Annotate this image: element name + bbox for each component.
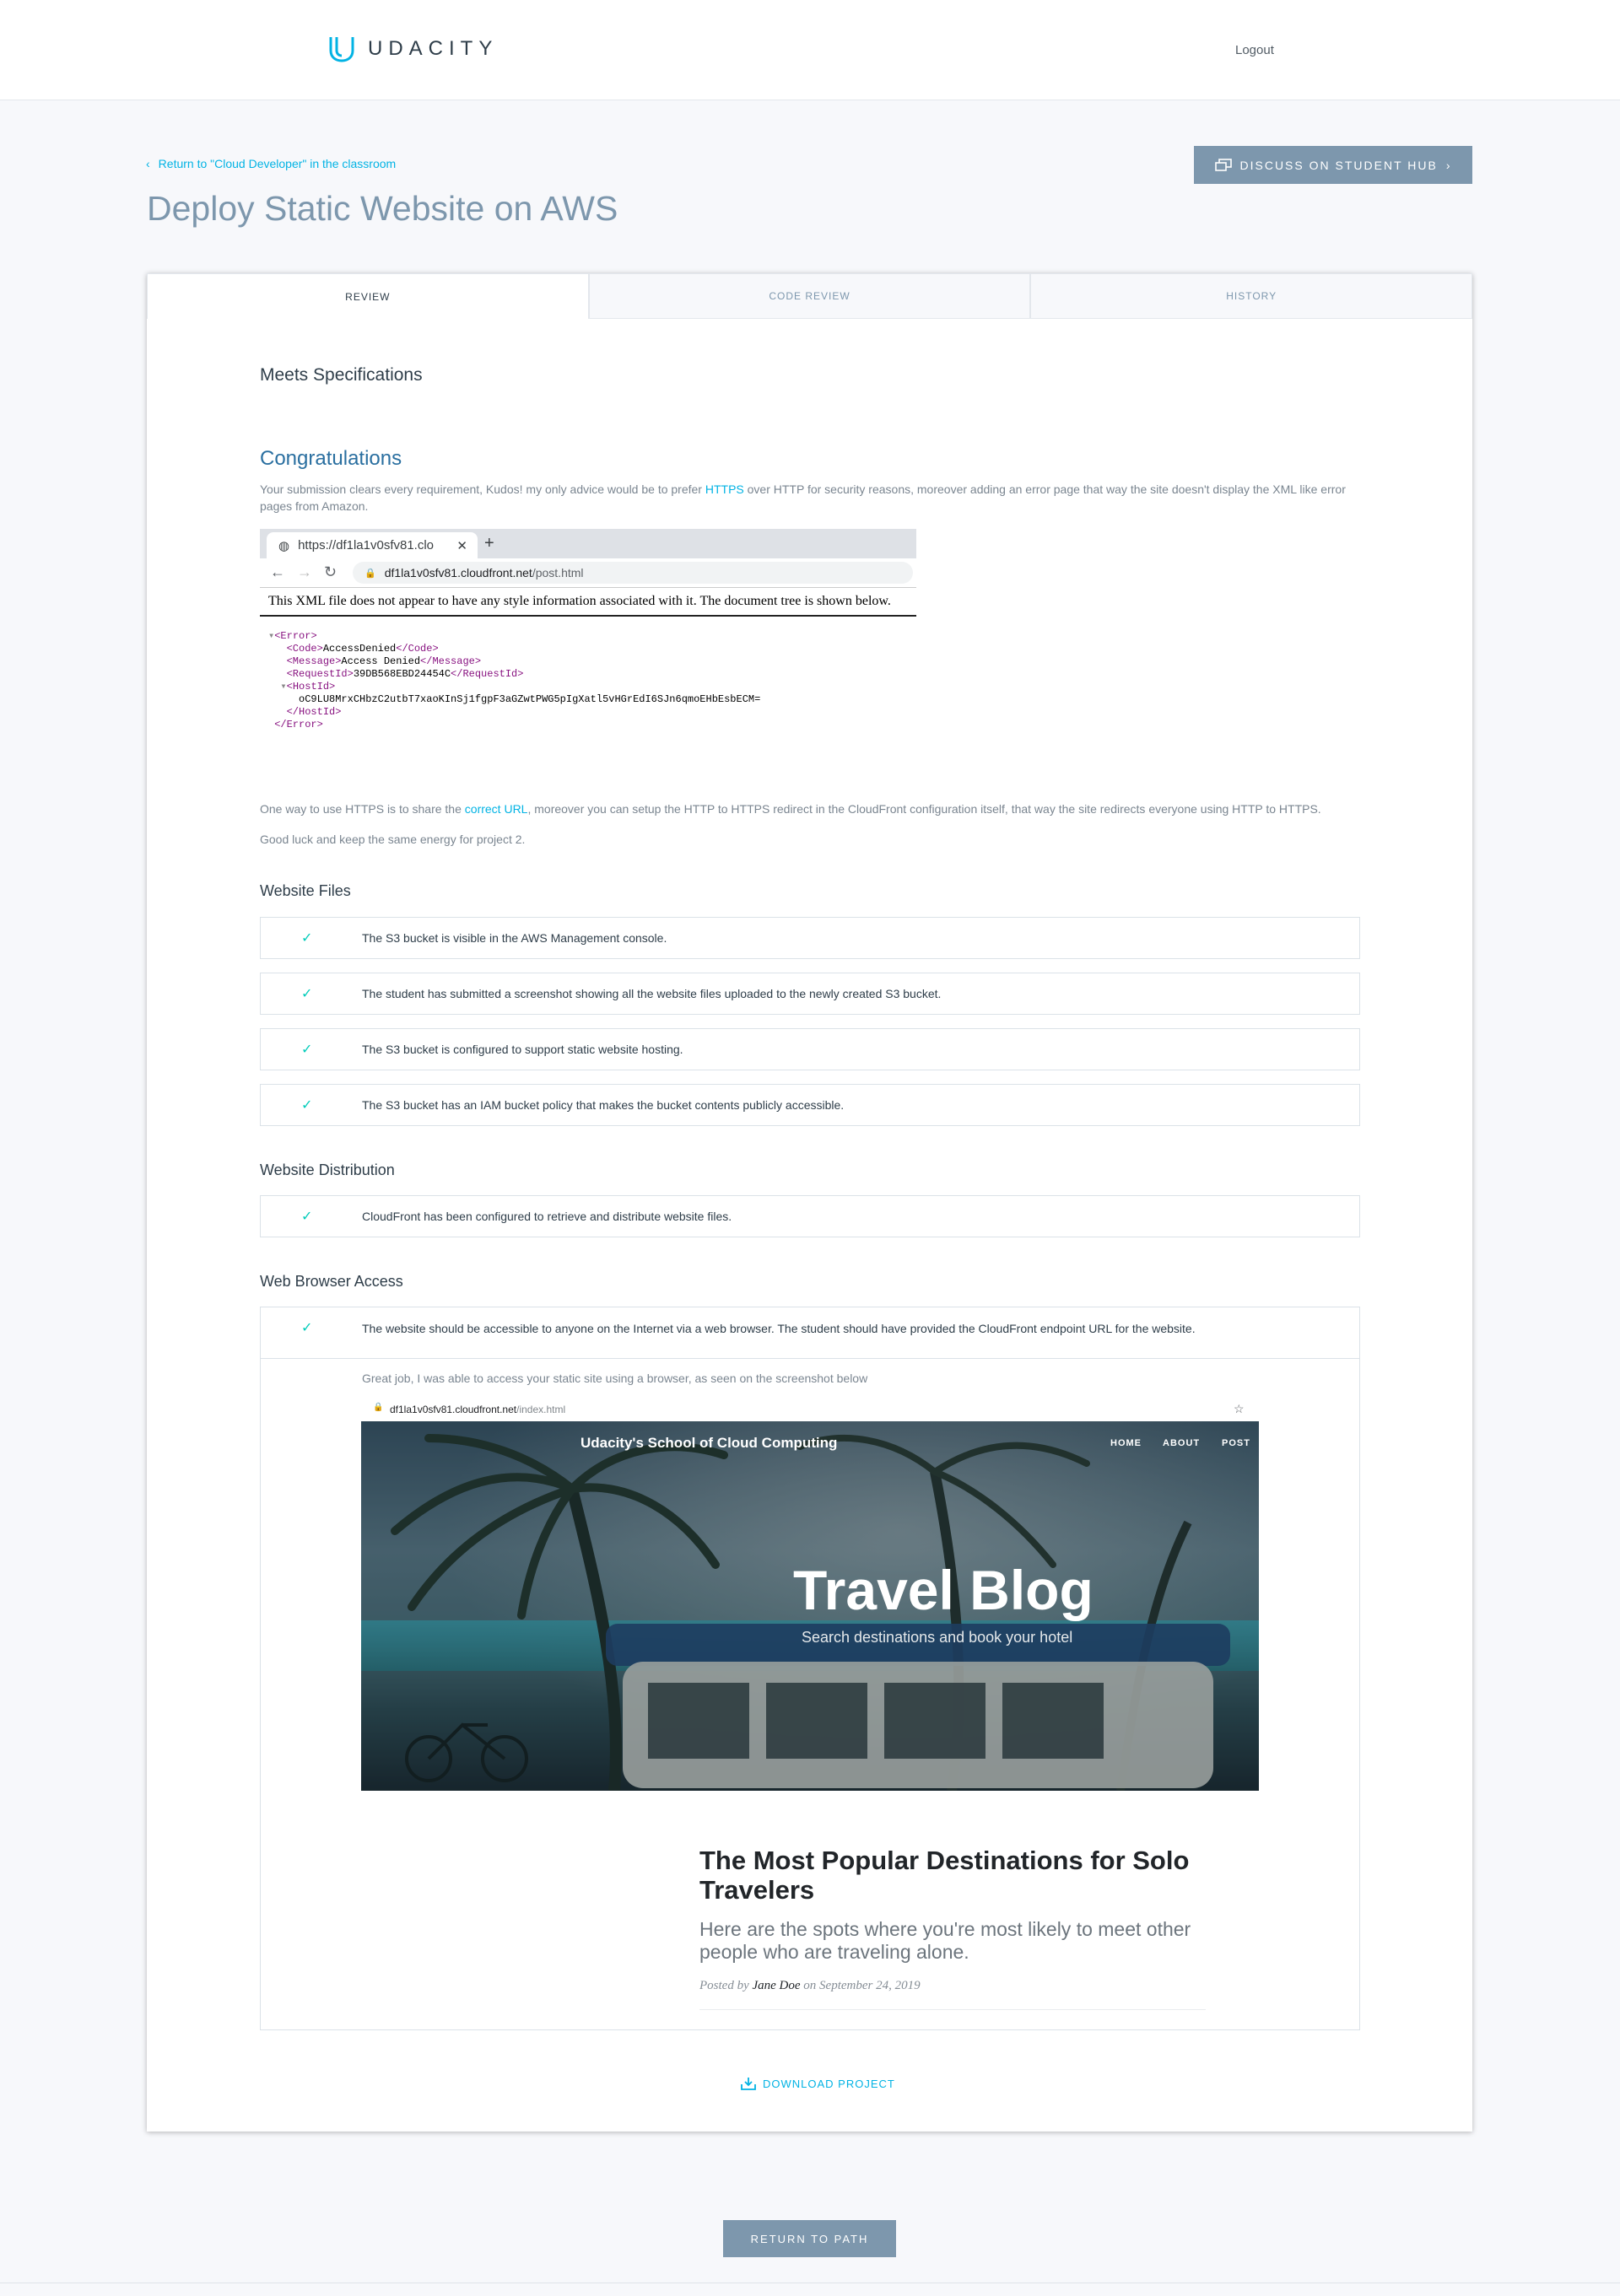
check-icon: ✓ <box>301 931 313 946</box>
post-meta: Posted by Jane Doe on September 24, 2019 <box>699 1979 921 1993</box>
xml-host-id-value: oC9LU8MrxCHbzC2utbT7xaoKInSj1fgpF3aGZwtP… <box>299 693 761 705</box>
top-bar: UDACITY Logout <box>0 0 1620 100</box>
criteria-text: The S3 bucket is configured to support s… <box>362 1043 683 1056</box>
browser-url-row: 🔒 df1la1v0sfv81.cloudfront.net/index.htm… <box>361 1398 1259 1422</box>
https-text-1: One way to use HTTPS is to share the <box>260 802 465 816</box>
xml-message-value: Access Denied <box>341 655 421 667</box>
url-host: df1la1v0sfv81.cloudfront.net <box>384 566 532 579</box>
section-title-website-files: Website Files <box>260 882 351 899</box>
page-title: Deploy Static Website on AWS <box>147 189 618 228</box>
logo-text: UDACITY <box>368 37 499 60</box>
back-arrow-icon: ← <box>270 563 285 580</box>
return-to-path-button[interactable]: RETURN TO PATH <box>723 2220 896 2257</box>
discuss-label: DISCUSS ON STUDENT HUB <box>1239 158 1438 172</box>
criteria-text: The website should be accessible to anyo… <box>362 1322 1196 1335</box>
return-to-classroom-link[interactable]: ‹ Return to "Cloud Developer" in the cla… <box>146 157 396 170</box>
congratulations-heading: Congratulations <box>260 447 402 470</box>
udacity-logo[interactable]: UDACITY <box>327 34 498 64</box>
chat-icon <box>1214 158 1232 171</box>
criteria-row: ✓ CloudFront has been configured to retr… <box>260 1195 1360 1237</box>
site-nav-about: ABOUT <box>1163 1438 1201 1448</box>
chevron-left-icon: ‹ <box>146 157 150 170</box>
check-icon: ✓ <box>301 1043 313 1057</box>
browser-url-row: ← → ↻ 🔒 df1la1v0sfv81.cloudfront.net/pos… <box>260 558 916 588</box>
intro-text-1: Your submission clears every requirement… <box>260 482 705 496</box>
lock-icon: 🔒 <box>373 1403 384 1412</box>
xml-code-value: AccessDenied <box>322 643 397 655</box>
download-icon <box>741 2078 756 2090</box>
browser-url: df1la1v0sfv81.cloudfront.net/index.html <box>390 1404 565 1415</box>
browser-tab-bar: ◍ https://df1la1v0sfv81.clo ✕ + <box>260 529 916 558</box>
correct-url-link[interactable]: correct URL <box>465 802 528 816</box>
tab-review[interactable]: REVIEW <box>147 273 589 319</box>
url-path: /post.html <box>532 566 584 579</box>
hero-subtitle: Search destinations and book your hotel <box>802 1629 1073 1646</box>
https-text-2: , moreover you can setup the HTTP to HTT… <box>527 802 1321 816</box>
xml-error-screenshot: ◍ https://df1la1v0sfv81.clo ✕ + ← → ↻ 🔒 … <box>260 529 916 736</box>
xml-info-message: This XML file does not appear to have an… <box>260 587 916 617</box>
section-title-website-distribution: Website Distribution <box>260 1161 395 1178</box>
criteria-text: CloudFront has been configured to retrie… <box>362 1210 732 1223</box>
logout-link[interactable]: Logout <box>1235 43 1274 57</box>
check-icon: ✓ <box>301 1210 313 1224</box>
check-icon: ✓ <box>301 987 313 1001</box>
reload-icon: ↻ <box>324 563 338 580</box>
criteria-row: ✓ The S3 bucket is configured to support… <box>260 1028 1360 1070</box>
tab-history[interactable]: HISTORY <box>1030 273 1473 319</box>
intro-paragraph: Your submission clears every requirement… <box>260 481 1348 515</box>
criteria-row: ✓ The student has submitted a screenshot… <box>260 973 1360 1015</box>
review-tabs: REVIEW CODE REVIEW HISTORY <box>147 273 1473 319</box>
criteria-row: ✓ The S3 bucket is visible in the AWS Ma… <box>260 917 1360 959</box>
good-luck-text: Good luck and keep the same energy for p… <box>260 833 526 846</box>
tab-code-review[interactable]: CODE REVIEW <box>588 273 1031 319</box>
site-nav-post: POST <box>1222 1438 1250 1448</box>
browser-url: 🔒 df1la1v0sfv81.cloudfront.net/post.html <box>353 562 913 584</box>
download-label: DOWNLOAD PROJECT <box>763 2077 895 2090</box>
udacity-logo-icon <box>329 37 354 62</box>
discuss-on-student-hub-button[interactable]: DISCUSS ON STUDENT HUB › <box>1194 146 1472 184</box>
site-nav-home: HOME <box>1110 1438 1142 1448</box>
url-path: /index.html <box>516 1404 566 1415</box>
post-subtitle: Here are the spots where you're most lik… <box>699 1918 1191 1963</box>
reviewer-comment: Great job, I was able to access your sta… <box>362 1372 868 1385</box>
review-status: Meets Specifications <box>260 365 423 385</box>
check-icon: ✓ <box>301 1098 313 1113</box>
section-title-web-browser-access: Web Browser Access <box>260 1273 403 1290</box>
globe-icon: ◍ <box>278 538 290 553</box>
site-screenshot: 🔒 df1la1v0sfv81.cloudfront.net/index.htm… <box>361 1398 1259 1796</box>
post-author: Jane Doe <box>752 1979 801 1992</box>
site-brand: Udacity's School of Cloud Computing <box>580 1435 838 1451</box>
hero-title: Travel Blog <box>793 1559 1094 1621</box>
close-icon: ✕ <box>456 538 467 553</box>
return-to-classroom-label: Return to "Cloud Developer" in the class… <box>158 157 397 170</box>
xml-tree: ▾<Error> <Code>AccessDenied</Code> <Mess… <box>268 630 761 730</box>
post-title: The Most Popular Destinations for Solo T… <box>699 1846 1190 1905</box>
post-meta-prefix: Posted by <box>699 1979 753 1992</box>
post-divider <box>699 2009 1206 2010</box>
hero-image: Udacity's School of Cloud Computing HOME… <box>361 1421 1259 1791</box>
xml-request-id-value: 39DB568EBD24454C <box>353 668 451 680</box>
new-tab-icon: + <box>484 534 494 552</box>
criteria-text: The student has submitted a screenshot s… <box>362 987 942 1000</box>
https-paragraph: One way to use HTTPS is to share the cor… <box>260 800 1374 817</box>
review-card: REVIEW CODE REVIEW HISTORY Meets Specifi… <box>147 273 1473 2132</box>
download-project-link[interactable]: DOWNLOAD PROJECT <box>741 2077 895 2090</box>
chevron-right-icon: › <box>1445 158 1452 172</box>
browser-tab: ◍ https://df1la1v0sfv81.clo ✕ <box>267 532 478 558</box>
post-date: on September 24, 2019 <box>800 1979 921 1992</box>
forward-arrow-icon: → <box>297 563 312 580</box>
browser-tab-title: https://df1la1v0sfv81.clo <box>298 538 435 552</box>
star-icon: ☆ <box>1234 1402 1245 1415</box>
url-host: df1la1v0sfv81.cloudfront.net <box>390 1404 517 1415</box>
divider <box>261 1358 1359 1359</box>
lock-icon: 🔒 <box>364 568 376 579</box>
https-link[interactable]: HTTPS <box>705 482 744 496</box>
criteria-row: ✓ The S3 bucket has an IAM bucket policy… <box>260 1084 1360 1126</box>
check-icon: ✓ <box>301 1321 313 1335</box>
criteria-text: The S3 bucket is visible in the AWS Mana… <box>362 931 667 945</box>
criteria-text: The S3 bucket has an IAM bucket policy t… <box>362 1098 845 1112</box>
